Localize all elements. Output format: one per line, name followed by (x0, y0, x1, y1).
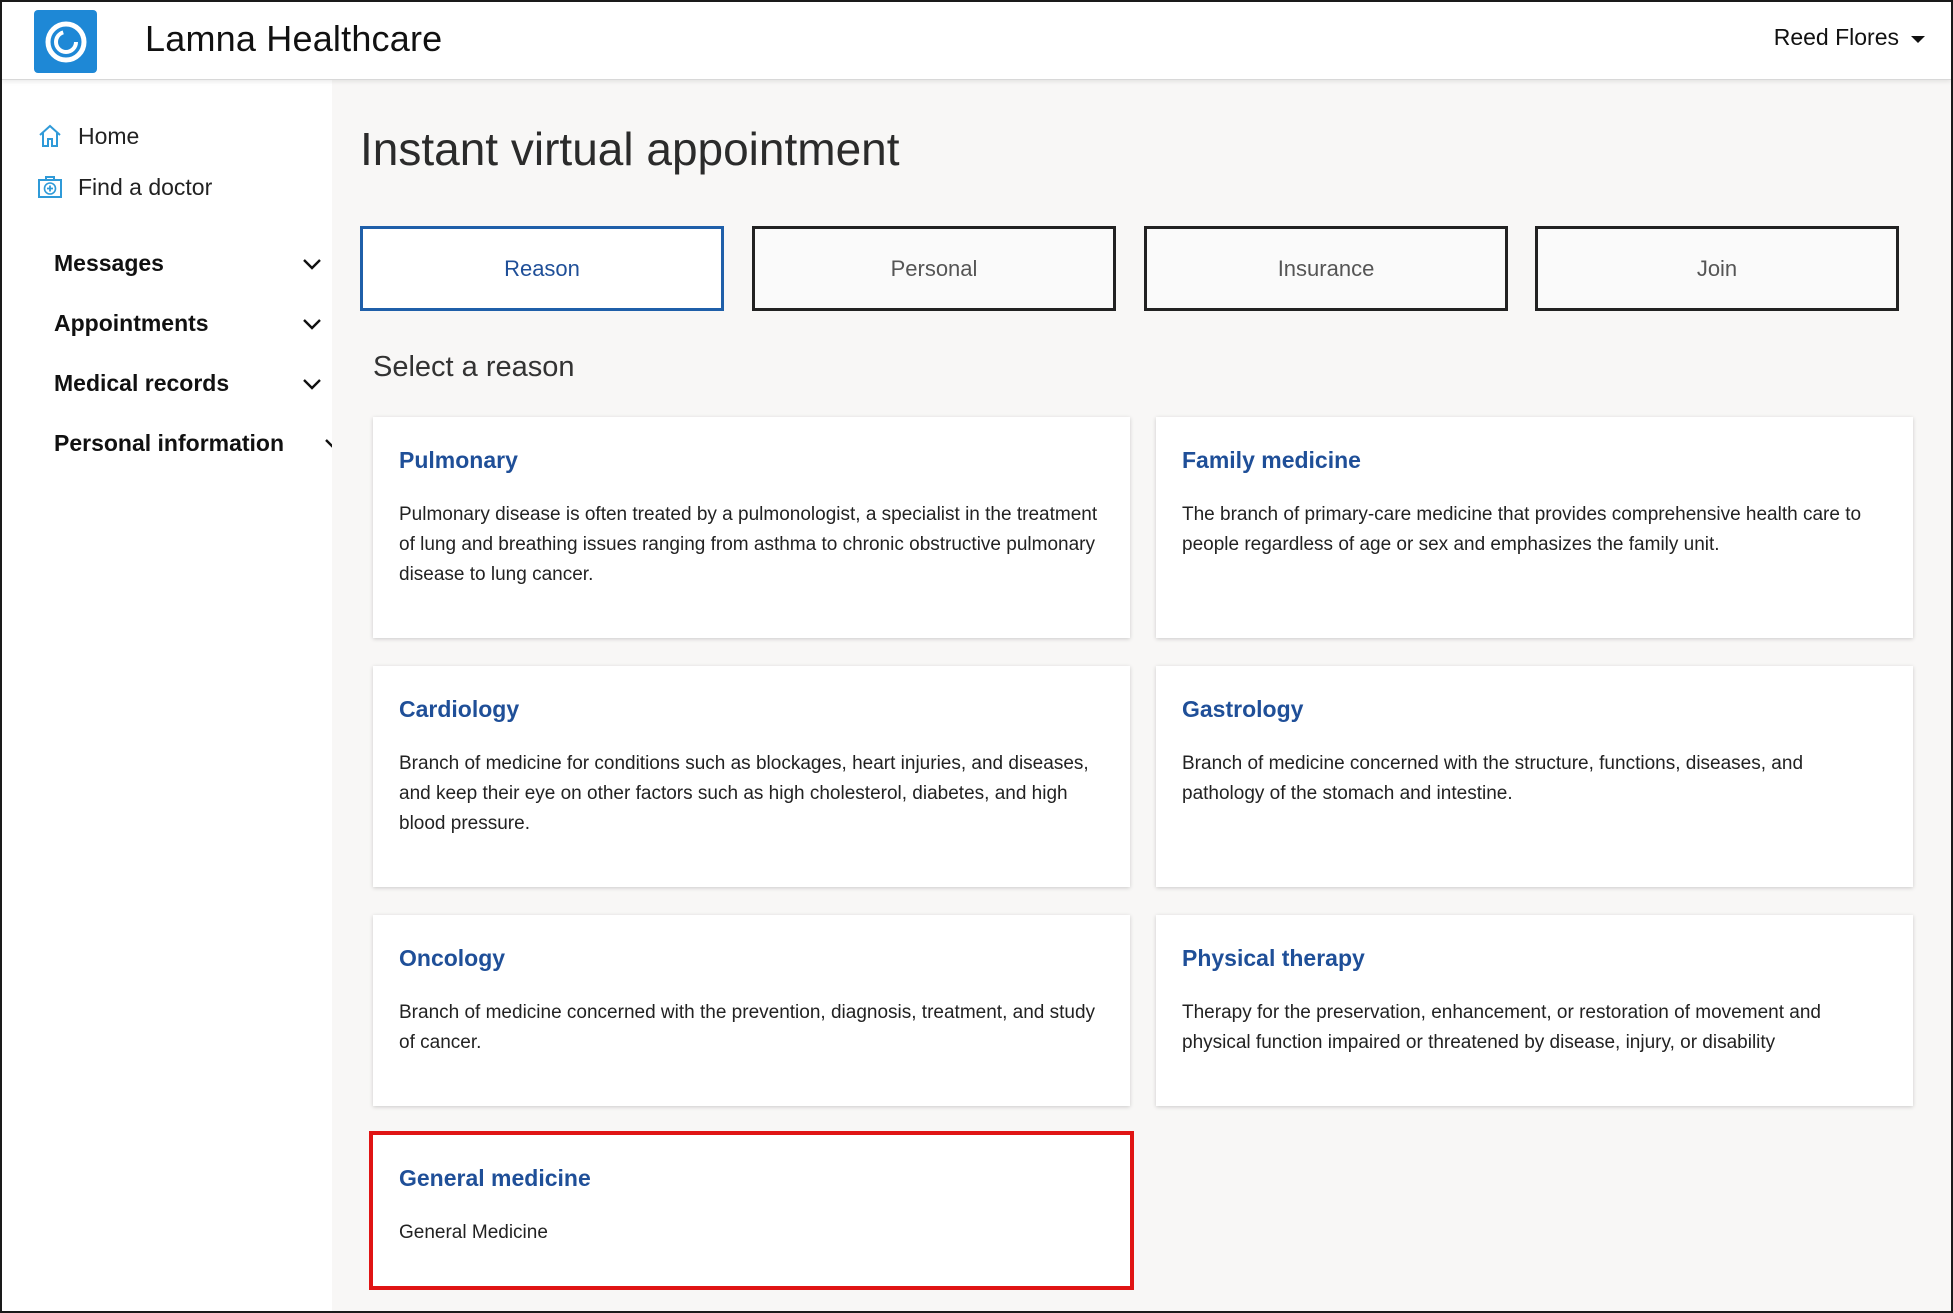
reason-card-description: Branch of medicine for conditions such a… (399, 753, 1089, 834)
sidebar-item-find-a-doctor[interactable]: Find a doctor (36, 173, 212, 201)
sidebar-group-appointments[interactable]: Appointments (54, 310, 324, 337)
reason-card-cardiology[interactable]: Cardiology Branch of medicine for condit… (373, 666, 1130, 887)
sidebar-group-label: Appointments (54, 310, 209, 336)
step-tab-reason[interactable]: Reason (360, 226, 724, 311)
step-tab-insurance[interactable]: Insurance (1144, 226, 1508, 311)
sidebar-group-medical-records[interactable]: Medical records (54, 370, 324, 397)
page-title: Instant virtual appointment (360, 123, 900, 175)
reason-card-description: Branch of medicine concerned with the pr… (399, 1002, 1096, 1053)
chevron-down-icon (300, 372, 324, 396)
reason-card-description: Therapy for the preservation, enhancemen… (1182, 1002, 1821, 1053)
chevron-down-icon (300, 312, 324, 336)
reason-card-title: Gastrology (1182, 696, 1304, 722)
reason-card-general-medicine[interactable]: General medicine General Medicine (369, 1131, 1134, 1290)
home-icon (36, 122, 64, 150)
app-window: Lamna Healthcare Reed Flores Home Find a… (0, 0, 1953, 1313)
caret-down-icon (1911, 35, 1925, 43)
step-tab-label: Insurance (1277, 255, 1375, 281)
ring-logo-icon[interactable] (34, 10, 97, 73)
sidebar-group-messages[interactable]: Messages (54, 250, 324, 277)
reason-card-oncology[interactable]: Oncology Branch of medicine concerned wi… (373, 915, 1130, 1106)
reason-card-physical-therapy[interactable]: Physical therapy Therapy for the preserv… (1156, 915, 1913, 1106)
reason-card-gastrology[interactable]: Gastrology Branch of medicine concerned … (1156, 666, 1913, 887)
user-name: Reed Flores (1773, 24, 1899, 50)
reason-card-title: Family medicine (1182, 447, 1361, 473)
chevron-down-icon (300, 252, 324, 276)
medical-kit-icon (36, 173, 64, 201)
app-title: Lamna Healthcare (145, 18, 443, 59)
reason-card-pulmonary[interactable]: Pulmonary Pulmonary disease is often tre… (373, 417, 1130, 638)
sidebar-group-label: Medical records (54, 370, 230, 396)
reason-card-title: General medicine (399, 1165, 591, 1191)
reason-card-title: Oncology (399, 945, 506, 971)
step-tab-personal[interactable]: Personal (752, 226, 1116, 311)
sidebar-group-label: Personal information (54, 430, 285, 456)
reason-card-description: Pulmonary disease is often treated by a … (399, 504, 1098, 585)
sidebar-item-label: Home (78, 122, 140, 149)
sidebar-item-label: Find a doctor (78, 173, 213, 200)
sidebar-item-home[interactable]: Home (36, 122, 139, 150)
sidebar: Home Find a doctor Messages Appointments (2, 80, 343, 1311)
sidebar-group-personal-information[interactable]: Personal information (54, 430, 343, 457)
reason-card-description: The branch of primary-care medicine that… (1182, 504, 1862, 555)
step-tab-join[interactable]: Join (1535, 226, 1899, 311)
reason-card-title: Physical therapy (1182, 945, 1365, 971)
reason-card-description: General Medicine (399, 1222, 548, 1243)
reason-card-family-medicine[interactable]: Family medicine The branch of primary-ca… (1156, 417, 1913, 638)
reason-card-description: Branch of medicine concerned with the st… (1182, 753, 1804, 804)
step-tab-label: Reason (504, 255, 580, 281)
step-tab-label: Join (1696, 255, 1738, 281)
main-content: Instant virtual appointment Reason Perso… (332, 80, 1951, 1311)
sidebar-group-label: Messages (54, 250, 164, 276)
top-header: Lamna Healthcare Reed Flores (2, 2, 1951, 80)
reason-card-title: Pulmonary (399, 447, 518, 473)
step-tab-label: Personal (890, 255, 978, 281)
user-menu[interactable]: Reed Flores (1774, 24, 1925, 51)
section-title: Select a reason (373, 351, 575, 383)
reason-card-title: Cardiology (399, 696, 520, 722)
